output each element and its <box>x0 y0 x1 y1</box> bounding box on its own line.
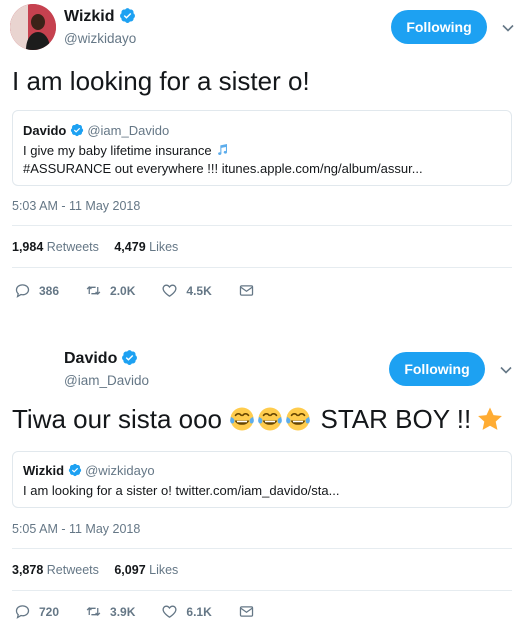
reply-count: 386 <box>39 283 60 298</box>
following-button[interactable]: Following <box>391 10 487 44</box>
quoted-text: I give my baby lifetime insurance <box>23 143 212 158</box>
divider <box>12 225 512 226</box>
avatar[interactable] <box>10 4 56 50</box>
quoted-tweet[interactable]: Davido @iam_Davido I give my baby lifetim… <box>12 110 512 186</box>
reply-button[interactable]: 720 <box>14 603 59 620</box>
author-handle[interactable]: @wizkidayo <box>64 31 136 46</box>
retweet-count: 2.0K <box>110 283 136 298</box>
like-button[interactable]: 4.5K <box>161 282 212 299</box>
verified-icon <box>119 7 136 24</box>
like-icon <box>161 603 178 620</box>
reply-count: 720 <box>39 604 60 619</box>
tears-of-joy-emoji <box>285 406 311 432</box>
reply-icon <box>14 282 31 299</box>
reply-button[interactable]: 386 <box>14 282 59 299</box>
author-name-text: Davido <box>64 350 118 367</box>
music-notes-icon <box>215 142 231 158</box>
quoted-text-line-2: #ASSURANCE out everywhere !!! itunes.app… <box>23 161 423 176</box>
tweet-text-end: STAR BOY !! <box>320 404 472 434</box>
engagement-stats: 3,878 Retweets 6,097 Likes <box>12 563 190 577</box>
message-button[interactable] <box>238 603 263 620</box>
action-bar: 720 3.9K 6.1K <box>14 603 289 620</box>
action-bar: 386 2.0K 4.5K <box>14 282 289 299</box>
quoted-author: Wizkid @wizkidayo <box>23 463 155 478</box>
author-name-text: Wizkid <box>64 8 115 25</box>
retweet-icon <box>85 603 102 620</box>
message-button[interactable] <box>238 282 263 299</box>
avatar[interactable] <box>10 344 56 390</box>
timestamp[interactable]: 5:05 AM - 11 May 2018 <box>12 522 140 536</box>
tweet-text: I am looking for a sister o! <box>12 66 310 96</box>
message-icon <box>238 603 255 620</box>
quoted-tweet[interactable]: Wizkid @wizkidayo I am looking for a sist… <box>12 451 512 508</box>
avatar-image <box>10 4 56 50</box>
following-button[interactable]: Following <box>389 352 485 386</box>
divider <box>12 267 512 268</box>
retweet-button[interactable]: 2.0K <box>85 282 135 299</box>
like-count: 4.5K <box>186 283 212 298</box>
quoted-text-line-1: I give my baby lifetime insurance <box>23 142 231 158</box>
tears-of-joy-emoji <box>257 406 283 432</box>
quoted-author-name: Wizkid <box>23 463 65 478</box>
tears-of-joy-emoji <box>229 406 255 432</box>
retweet-icon <box>85 282 102 299</box>
chevron-down-icon[interactable] <box>501 21 515 35</box>
author-name[interactable]: Davido <box>64 349 138 368</box>
like-count: 6.1K <box>186 604 212 619</box>
tweet-text-start: Tiwa our sista ooo <box>12 404 223 434</box>
chevron-down-icon[interactable] <box>499 363 513 377</box>
quoted-author-handle: @iam_Davido <box>87 123 170 138</box>
tweet-text: Tiwa our sista ooo STAR BOY !! <box>12 404 503 435</box>
retweet-button[interactable]: 3.9K <box>85 603 135 620</box>
likes-count[interactable]: 6,097 <box>114 563 145 577</box>
tweet-davido: Davido @iam_Davido Following Tiwa our si… <box>0 338 523 644</box>
quoted-author: Davido @iam_Davido <box>23 123 169 138</box>
quoted-author-handle: @wizkidayo <box>85 463 155 478</box>
quoted-text-line-1: I am looking for a sister o! twitter.com… <box>23 483 340 498</box>
divider <box>12 548 512 549</box>
author-name[interactable]: Wizkid <box>64 7 136 26</box>
tweet-wizkid: Wizkid @wizkidayo Following I am looking… <box>0 0 523 322</box>
engagement-stats: 1,984 Retweets 4,479 Likes <box>12 240 190 254</box>
verified-icon <box>121 349 138 366</box>
reply-icon <box>14 603 31 620</box>
star-emoji <box>477 406 503 432</box>
likes-count[interactable]: 4,479 <box>114 240 145 254</box>
retweet-count: 3.9K <box>110 604 136 619</box>
retweets-label[interactable]: Retweets <box>47 240 99 254</box>
retweets-count[interactable]: 1,984 <box>12 240 43 254</box>
likes-label[interactable]: Likes <box>149 563 178 577</box>
message-icon <box>238 282 255 299</box>
likes-label[interactable]: Likes <box>149 240 178 254</box>
author-handle[interactable]: @iam_Davido <box>64 373 149 388</box>
like-icon <box>161 282 178 299</box>
divider <box>12 590 512 591</box>
retweets-label[interactable]: Retweets <box>47 563 99 577</box>
verified-icon <box>70 123 84 137</box>
like-button[interactable]: 6.1K <box>161 603 212 620</box>
retweets-count[interactable]: 3,878 <box>12 563 43 577</box>
quoted-author-name: Davido <box>23 123 67 138</box>
verified-icon <box>68 463 82 477</box>
timestamp[interactable]: 5:03 AM - 11 May 2018 <box>12 199 140 213</box>
